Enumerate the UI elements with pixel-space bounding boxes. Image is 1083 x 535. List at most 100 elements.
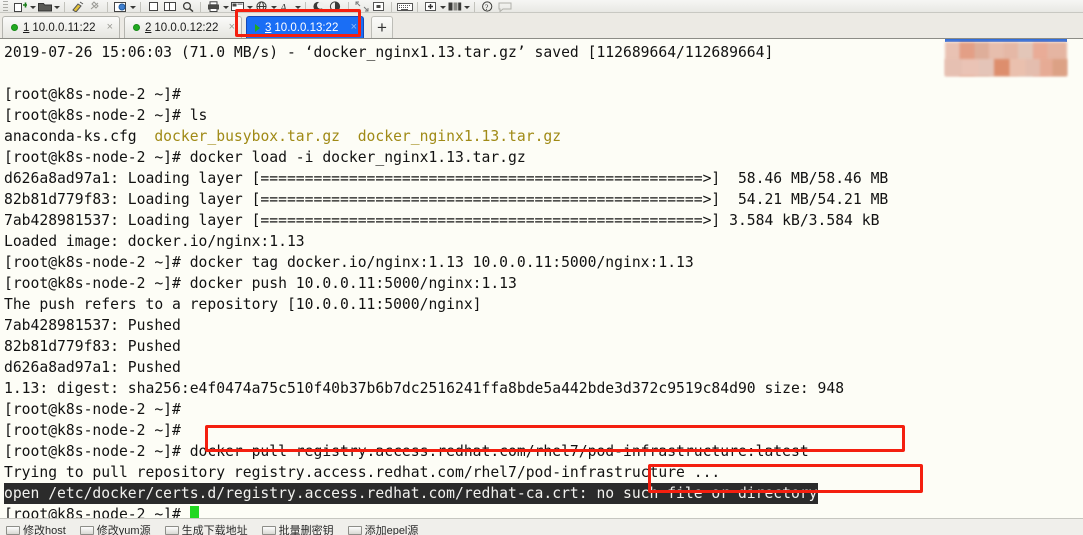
toolbar-search[interactable] <box>179 0 196 12</box>
new-tab-button[interactable]: + <box>371 16 393 38</box>
connection-status-dot <box>133 24 140 31</box>
terminal-line: [root@k8s-node-2 ~]# docker push 10.0.0.… <box>4 273 1083 294</box>
script-icon <box>79 525 94 535</box>
zoom-in-dropdown-icon[interactable] <box>439 1 446 12</box>
terminal-text: [root@k8s-node-2 ~]# docker tag docker.i… <box>4 254 694 271</box>
close-icon[interactable]: × <box>107 22 113 33</box>
toolbar-separator <box>107 2 108 12</box>
terminal-line: anaconda-ks.cfg docker_busybox.tar.gz do… <box>4 126 1083 147</box>
selected-error-text: open /etc/docker/certs.d/registry.access… <box>4 483 818 504</box>
toolbar-screenshot[interactable] <box>370 0 387 12</box>
terminal-text: [root@k8s-node-2 ~]# <box>4 86 181 103</box>
terminal-text: d626a8ad97a1: Loading layer [===========… <box>4 170 889 187</box>
terminal-line: [root@k8s-node-2 ~]# docker pull registr… <box>4 441 1083 462</box>
toolbar-transfer[interactable] <box>69 0 86 12</box>
svg-text:?: ? <box>485 3 489 12</box>
globe-icon <box>253 1 270 12</box>
toolbar-separator <box>200 2 201 12</box>
toolbar-drag-handle[interactable] <box>3 1 8 12</box>
layout-dropdown-icon[interactable] <box>246 1 253 12</box>
tab-index: 2 <box>145 21 152 34</box>
toolbar-moon[interactable] <box>310 0 327 12</box>
toolbar-separator <box>64 2 65 12</box>
terminal-output[interactable]: 2019-07-26 15:06:03 (71.0 MB/s) - ‘docke… <box>0 39 1083 518</box>
tab-session-2[interactable]: 2 10.0.0.12:22 × <box>124 16 242 38</box>
terminal-line: [root@k8s-node-2 ~]# ls <box>4 105 1083 126</box>
settings-dropdown-icon[interactable] <box>129 1 136 12</box>
toolbar-split-view[interactable] <box>446 0 470 12</box>
terminal-text: [root@k8s-node-2 ~]# docker push 10.0.0.… <box>4 275 517 292</box>
terminal-line: [root@k8s-node-2 ~]# <box>4 504 1083 518</box>
main-toolbar: A ? <box>0 0 1083 13</box>
split-view-dropdown-icon[interactable] <box>463 1 470 12</box>
toolbar-help[interactable]: ? <box>479 0 496 12</box>
session-tab-bar: 1 10.0.0.11:22 × 2 10.0.0.12:22 × 3 10.0… <box>0 13 1083 39</box>
script-icon <box>164 525 179 535</box>
close-icon[interactable]: × <box>351 22 357 33</box>
toolbar-open-folder[interactable] <box>36 0 60 12</box>
terminal-text: 82b81d779f83: Pushed <box>4 338 181 355</box>
fullscreen-icon <box>353 1 370 12</box>
tab-index: 3 <box>265 21 272 34</box>
terminal-text: anaconda-ks.cfg <box>4 128 155 145</box>
quick-command-item[interactable]: 生成下载地址 <box>164 522 248 535</box>
terminal-line: 2019-07-26 15:06:03 (71.0 MB/s) - ‘docke… <box>4 42 1083 63</box>
tab-session-3[interactable]: 3 10.0.0.13:22 × <box>246 16 364 38</box>
toolbar-pin[interactable] <box>86 0 103 12</box>
font-dropdown-icon[interactable] <box>294 1 301 12</box>
quick-command-item[interactable]: 修改host <box>6 522 66 535</box>
pin-icon <box>86 1 103 12</box>
copy-icon <box>145 1 162 12</box>
terminal-line: [root@k8s-node-2 ~]# <box>4 399 1083 420</box>
terminal-line: open /etc/docker/certs.d/registry.access… <box>4 483 1083 504</box>
close-icon[interactable]: × <box>229 22 235 33</box>
tab-label: 10.0.0.12:22 <box>154 21 219 34</box>
toolbar-zoom-in[interactable] <box>422 0 446 12</box>
script-icon <box>347 525 362 535</box>
terminal-text: [root@k8s-node-2 ~]# docker load -i dock… <box>4 149 526 166</box>
quick-command-label: 修改yum源 <box>96 525 151 535</box>
terminal-line: 82b81d779f83: Pushed <box>4 336 1083 357</box>
toolbar-settings[interactable] <box>112 0 136 12</box>
terminal-line: Trying to pull repository registry.acces… <box>4 462 1083 483</box>
quick-command-item[interactable]: 修改yum源 <box>79 522 151 535</box>
font-icon: A <box>277 1 294 12</box>
paste-icon <box>162 1 179 12</box>
terminal-line: d626a8ad97a1: Pushed <box>4 357 1083 378</box>
toolbar-globe[interactable] <box>253 0 277 12</box>
tab-session-1[interactable]: 1 10.0.0.11:22 × <box>2 16 120 38</box>
toolbar-layout[interactable] <box>229 0 253 12</box>
open-folder-icon <box>36 1 53 12</box>
open-folder-dropdown-icon[interactable] <box>53 1 60 12</box>
quick-command-label: 批量删密钥 <box>278 525 334 535</box>
terminal-text: [root@k8s-node-2 ~]# ls <box>4 107 208 124</box>
toolbar-new-tab[interactable] <box>12 0 36 12</box>
toolbar-fullscreen[interactable] <box>353 0 370 12</box>
toolbar-font[interactable]: A <box>277 0 301 12</box>
svg-text:A: A <box>279 2 287 12</box>
terminal-text: Loaded image: docker.io/nginx:1.13 <box>4 233 305 250</box>
terminal-text: [root@k8s-node-2 ~]# <box>4 422 181 439</box>
toolbar-contrast[interactable] <box>327 0 344 12</box>
redacted-watermark-lower <box>945 59 1067 76</box>
toolbar-print[interactable] <box>205 0 229 12</box>
moon-icon <box>310 1 327 12</box>
quick-command-item[interactable]: 批量删密钥 <box>261 522 334 535</box>
toolbar-copy[interactable] <box>145 0 162 12</box>
toolbar-keyboard[interactable] <box>396 0 413 12</box>
quick-command-item[interactable]: 添加epel源 <box>347 522 418 535</box>
help-icon: ? <box>479 1 496 12</box>
terminal-text: Trying to pull repository registry.acces… <box>4 464 721 481</box>
globe-dropdown-icon[interactable] <box>270 1 277 12</box>
terminal-text: The push refers to a repository [10.0.0.… <box>4 296 482 313</box>
new-tab-dropdown-icon[interactable] <box>29 1 36 12</box>
quick-command-label: 生成下载地址 <box>181 525 248 535</box>
terminal-text: 82b81d779f83: Loading layer [===========… <box>4 191 889 208</box>
terminal-text: 2019-07-26 15:06:03 (71.0 MB/s) - ‘docke… <box>4 44 774 61</box>
toolbar-paste[interactable] <box>162 0 179 12</box>
split-view-icon <box>446 1 463 12</box>
toolbar-comment[interactable] <box>496 0 513 12</box>
new-tab-icon <box>12 1 29 12</box>
print-dropdown-icon[interactable] <box>222 1 229 12</box>
